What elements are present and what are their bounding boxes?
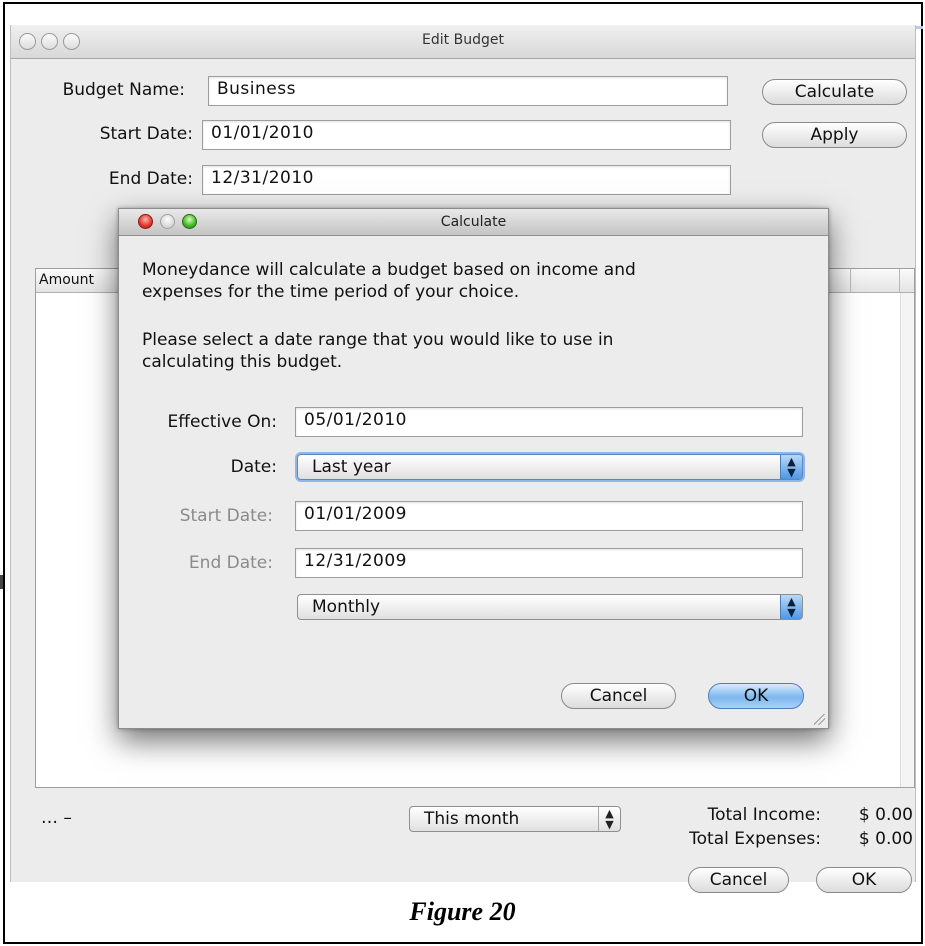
apply-button[interactable]: Apply xyxy=(762,122,907,148)
dialog-end-date-label: End Date: xyxy=(188,553,273,573)
ok-button[interactable]: OK xyxy=(816,867,912,893)
interval-select-value: Monthly xyxy=(312,597,381,617)
period-select[interactable]: This month ▲ ▼ xyxy=(409,806,621,832)
budget-name-label: Budget Name: xyxy=(62,80,185,100)
intro-text-line-2: expenses for the time period of your cho… xyxy=(142,282,520,302)
calculate-dialog: Calculate Moneydance will calculate a bu… xyxy=(118,208,829,729)
start-date-field[interactable]: 01/01/2010 xyxy=(202,120,731,150)
dialog-cancel-button[interactable]: Cancel xyxy=(561,683,676,709)
total-income-label: Total Income: xyxy=(707,805,821,825)
date-label: Date: xyxy=(230,457,277,477)
dialog-end-date-field[interactable]: 12/31/2009 xyxy=(295,548,803,578)
top-margin xyxy=(5,4,921,26)
start-date-label: Start Date: xyxy=(99,124,193,144)
intro-text-line-1: Moneydance will calculate a budget based… xyxy=(142,260,636,280)
column-header-amount[interactable]: Amount xyxy=(39,272,94,288)
total-expenses-value: $ 0.00 xyxy=(858,829,913,849)
effective-on-field[interactable]: 05/01/2010 xyxy=(295,407,803,437)
dialog-start-date-label: Start Date: xyxy=(179,506,273,526)
cancel-button[interactable]: Cancel xyxy=(688,867,789,893)
date-range-select-value: Last year xyxy=(312,457,391,477)
end-date-label: End Date: xyxy=(108,169,193,189)
calculate-button[interactable]: Calculate xyxy=(762,79,907,105)
column-header-empty xyxy=(850,269,900,293)
margin-mark xyxy=(0,575,3,589)
instruction-text-line-2: calculating this budget. xyxy=(142,352,343,372)
interval-select[interactable]: Monthly ▲ ▼ xyxy=(297,594,803,620)
budget-range-summary: … – xyxy=(41,808,72,828)
total-expenses-label: Total Expenses: xyxy=(689,829,821,849)
window-title: Edit Budget xyxy=(422,32,504,48)
end-date-field[interactable]: 12/31/2010 xyxy=(202,165,731,195)
dialog-ok-button[interactable]: OK xyxy=(708,683,804,709)
updown-arrows-icon: ▲ ▼ xyxy=(780,595,802,619)
total-income-value: $ 0.00 xyxy=(858,805,913,825)
updown-arrows-icon: ▲ ▼ xyxy=(780,455,802,479)
period-select-value: This month xyxy=(424,809,520,829)
dialog-start-date-field[interactable]: 01/01/2009 xyxy=(295,501,803,531)
updown-arrows-icon: ▲ ▼ xyxy=(598,807,620,831)
budget-name-field[interactable]: Business xyxy=(208,76,728,106)
table-scrollbar[interactable] xyxy=(900,293,914,787)
dialog-title: Calculate xyxy=(440,214,507,230)
resize-grip-icon[interactable] xyxy=(814,714,825,725)
effective-on-label: Effective On: xyxy=(167,412,277,432)
dialog-titlebar: Calculate xyxy=(119,209,828,236)
window-titlebar: Edit Budget xyxy=(11,25,915,59)
figure-caption: Figure 20 xyxy=(409,897,516,926)
instruction-text-line-1: Please select a date range that you woul… xyxy=(142,330,614,350)
date-range-select[interactable]: Last year ▲ ▼ xyxy=(297,454,803,480)
